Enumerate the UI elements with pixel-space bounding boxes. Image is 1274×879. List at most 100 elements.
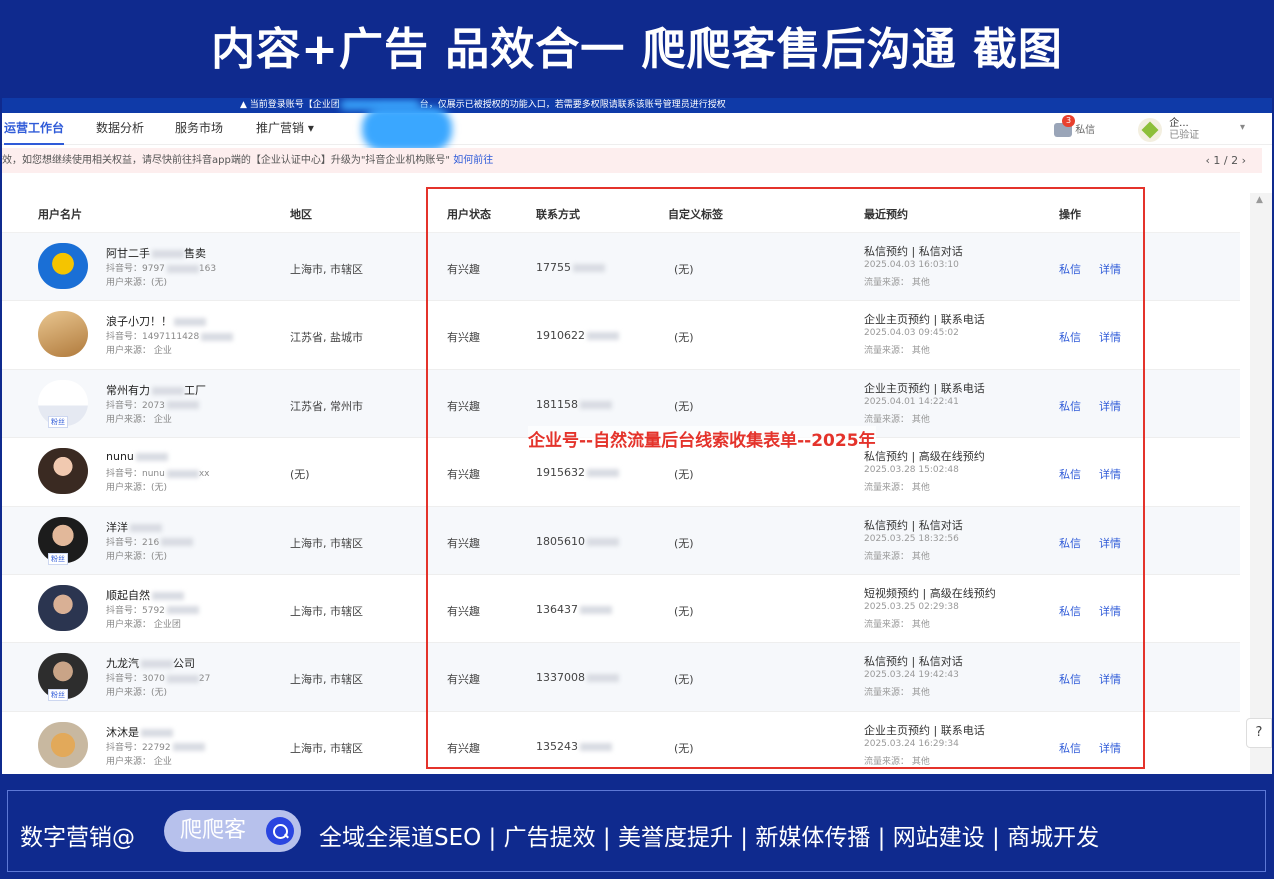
details-link[interactable]: 详情 bbox=[1099, 535, 1121, 551]
traffic-source: 流量来源： 其他 bbox=[864, 414, 930, 425]
user-source: 用户来源： 企业团 bbox=[106, 617, 181, 630]
header-status: 用户状态 bbox=[447, 208, 491, 221]
user-status: 有兴趣 bbox=[447, 536, 480, 550]
user-name[interactable]: 浪子小刀！！ bbox=[106, 313, 206, 329]
table-row: 沐沐是 抖音号：22792 用户来源： 企业 上海市, 市辖区 有兴趣 135243 (无)… bbox=[2, 712, 1240, 774]
user-source: 用户来源：(无) bbox=[106, 480, 167, 493]
custom-tag: (无) bbox=[674, 536, 694, 550]
search-icon bbox=[266, 817, 294, 845]
redaction-blur bbox=[166, 469, 199, 478]
tab-operations[interactable]: 运营工作台 bbox=[4, 113, 65, 145]
header-tag: 自定义标签 bbox=[668, 208, 723, 221]
phone-text: 136437 bbox=[536, 602, 578, 616]
phone-text: 1337008 bbox=[536, 671, 585, 685]
user-source-text: 用户来源： 企业团 bbox=[106, 619, 181, 630]
user-region: 上海市, 市辖区 bbox=[290, 741, 363, 755]
details-link[interactable]: 详情 bbox=[1099, 671, 1121, 687]
user-name[interactable]: nunu bbox=[106, 450, 168, 463]
table-row: 粉丝 九龙汽 公司 抖音号：3070 27 用户来源：(无) 上海市, 市辖区 有兴趣 1337… bbox=[2, 643, 1240, 712]
tab-data-analysis[interactable]: 数据分析 bbox=[96, 113, 144, 143]
avatar bbox=[38, 584, 88, 631]
traffic-source: 流量来源： 其他 bbox=[864, 278, 930, 288]
details-link[interactable]: 详情 bbox=[1099, 740, 1121, 756]
user-region: 上海市, 市辖区 bbox=[290, 604, 363, 618]
message-link[interactable]: 私信 bbox=[1059, 671, 1081, 687]
user-name[interactable]: 九龙汽 公司 bbox=[106, 655, 195, 671]
redaction-blur bbox=[152, 591, 184, 600]
latest-appointment: 私信预约 | 私信对话 bbox=[864, 518, 963, 532]
avatar bbox=[38, 721, 88, 768]
redaction-blur bbox=[152, 386, 184, 395]
app-screen: ▲ 当前登录账号【企业团 台，仅展示已被授权的功能入口，若需要多权限请联系该账号管… bbox=[2, 98, 1272, 774]
how-to-link[interactable]: 如何前往 bbox=[453, 155, 493, 166]
account-menu[interactable]: 企... 已验证 bbox=[1138, 118, 1199, 142]
phone-text: 17755 bbox=[536, 261, 571, 274]
user-douyin-id: 抖音号：1497111428 bbox=[106, 329, 234, 342]
user-name-text: 阿甘二手 bbox=[106, 247, 150, 260]
tab-service-market[interactable]: 服务市场 bbox=[175, 113, 223, 143]
custom-tag: (无) bbox=[674, 673, 694, 687]
table-body: 阿甘二手 售卖 抖音号：9797 163 用户来源：(无) 上海市, 市辖区 有兴趣 1775… bbox=[2, 233, 1240, 774]
details-link[interactable]: 详情 bbox=[1099, 603, 1121, 619]
message-link[interactable]: 私信 bbox=[1059, 740, 1081, 756]
permission-notice: ▲ 当前登录账号【企业团 台，仅展示已被授权的功能入口，若需要多权限请联系该账号管… bbox=[2, 98, 1272, 113]
details-link[interactable]: 详情 bbox=[1099, 466, 1121, 482]
user-id-text: 抖音号：nunu bbox=[106, 469, 165, 480]
scrollbar[interactable]: ▲ bbox=[1250, 193, 1272, 774]
message-count-badge: 3 bbox=[1062, 115, 1076, 127]
appointment-time: 2025.04.01 14:22:41 bbox=[864, 396, 959, 407]
message-link[interactable]: 私信 bbox=[1059, 466, 1081, 482]
redaction-blur bbox=[152, 250, 184, 258]
message-link[interactable]: 私信 bbox=[1059, 398, 1081, 414]
redaction-blur bbox=[166, 401, 199, 410]
alert-pager[interactable]: ‹ 1 / 2 › bbox=[1206, 148, 1247, 173]
latest-appointment: 短视频预约 | 高级在线预约 bbox=[864, 586, 996, 600]
scroll-up-icon[interactable]: ▲ bbox=[1256, 195, 1263, 205]
redaction-blur bbox=[587, 469, 619, 478]
appointment-time: 2025.03.25 18:32:56 bbox=[864, 533, 959, 544]
user-id-tail: 27 bbox=[198, 674, 211, 685]
fans-badge: 粉丝 bbox=[48, 552, 68, 565]
chevron-down-icon[interactable]: ▾ bbox=[1240, 122, 1245, 133]
user-source: 用户来源：(无) bbox=[106, 549, 167, 562]
messages-button[interactable]: 3 私信 bbox=[1054, 115, 1095, 137]
user-name[interactable]: 洋洋 bbox=[106, 519, 162, 535]
user-source-text: 用户来源：(无) bbox=[106, 688, 168, 699]
user-region: (无) bbox=[290, 468, 310, 482]
user-phone: 1337008 bbox=[536, 671, 619, 684]
message-link[interactable]: 私信 bbox=[1059, 261, 1081, 277]
user-id-text: 抖音号：9797 bbox=[106, 264, 165, 274]
user-phone: 1805610 bbox=[536, 535, 619, 548]
user-douyin-id: 抖音号：9797 163 bbox=[106, 261, 216, 274]
appointment-time: 2025.03.25 02:29:38 bbox=[864, 601, 959, 612]
user-name[interactable]: 阿甘二手 售卖 bbox=[106, 245, 206, 261]
footer-services-text: 全域全渠道SEO | 广告提效 | 美誉度提升 | 新媒体传播 | 网站建设 |… bbox=[319, 825, 1100, 851]
tab-promotion[interactable]: 推广营销 ▾ bbox=[256, 113, 314, 143]
message-link[interactable]: 私信 bbox=[1059, 535, 1081, 551]
message-link[interactable]: 私信 bbox=[1059, 329, 1081, 345]
notice-prefix: ▲ 当前登录账号【企业团 bbox=[240, 100, 340, 110]
user-name[interactable]: 常州有力 工厂 bbox=[106, 382, 206, 398]
user-name[interactable]: 顺起自然 bbox=[106, 587, 184, 603]
phone-text: 135243 bbox=[536, 739, 578, 753]
table-row: 浪子小刀！！ 抖音号：1497111428 用户来源： 企业 江苏省, 盐城市 有兴趣 1… bbox=[2, 301, 1240, 370]
leads-table: 用户名片 地区 用户状态 联系方式 自定义标签 最近预约 操作 阿甘二手 售卖 抖音… bbox=[2, 193, 1240, 774]
top-nav: 运营工作台 数据分析 服务市场 推广营销 ▾ 3 私信 企... 已验证 ▾ bbox=[2, 107, 1272, 151]
user-name-text: 浪子小刀！！ bbox=[106, 315, 172, 329]
redaction-blur bbox=[362, 107, 452, 151]
message-link[interactable]: 私信 bbox=[1059, 603, 1081, 619]
user-name-text: 顺起自然 bbox=[106, 588, 150, 602]
redaction-blur bbox=[172, 743, 205, 752]
traffic-source: 流量来源： 其他 bbox=[864, 551, 930, 562]
user-region: 江苏省, 常州市 bbox=[290, 399, 363, 413]
user-source: 用户来源：(无) bbox=[106, 685, 167, 698]
appointment-time: 2025.03.24 16:29:34 bbox=[864, 738, 959, 749]
details-link[interactable]: 详情 bbox=[1099, 261, 1121, 277]
screenshot-frame: 内容+广告 品效合一 爬爬客售后沟通 截图 ▲ 当前登录账号【企业团 台，仅展示已… bbox=[0, 0, 1274, 879]
details-link[interactable]: 详情 bbox=[1099, 329, 1121, 345]
user-name[interactable]: 沐沐是 bbox=[106, 724, 173, 740]
search-pill[interactable]: 爬爬客 bbox=[164, 810, 301, 852]
user-phone: 1910622 bbox=[536, 329, 619, 342]
question-icon[interactable]: ? bbox=[1246, 718, 1272, 748]
details-link[interactable]: 详情 bbox=[1099, 398, 1121, 414]
